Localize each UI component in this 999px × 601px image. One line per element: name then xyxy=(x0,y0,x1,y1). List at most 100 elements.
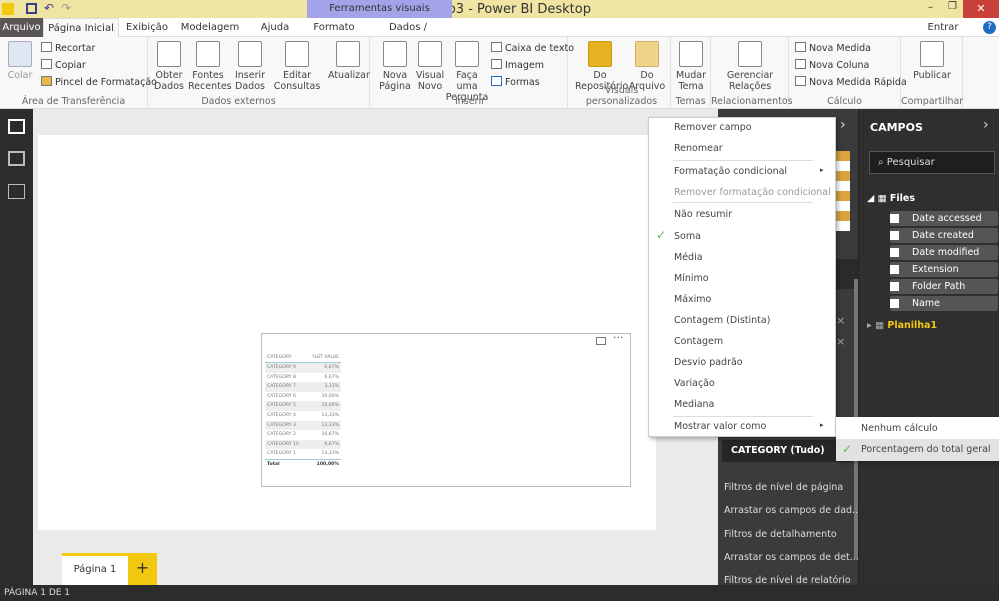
tab-exibicao[interactable]: Exibição xyxy=(122,18,172,37)
copy-button[interactable]: Copiar xyxy=(41,59,86,71)
table-visual[interactable]: ··· CATEGORY %GT VALUE CATEGORY 9 6,67% CAT… xyxy=(261,331,631,487)
switch-theme-button[interactable]: Mudar Tema xyxy=(673,41,709,92)
remove-field-icon[interactable]: × xyxy=(836,314,845,327)
tab-ajuda[interactable]: Ajuda xyxy=(255,18,295,37)
page-filter-drop-zone[interactable]: Arrastar os campos de dad... xyxy=(724,505,861,516)
table-row[interactable]: CATEGORY 4 13,33% xyxy=(265,411,341,421)
cell-category: CATEGORY 2 xyxy=(267,432,296,438)
menu-item-no-calculation[interactable]: Nenhum cálculo xyxy=(861,423,938,434)
data-view-icon[interactable] xyxy=(8,151,25,166)
page-filters-label: Filtros de nível de página xyxy=(724,482,844,493)
table-name: Planilha1 xyxy=(887,320,938,331)
new-visual-button[interactable]: Visual Novo xyxy=(415,41,445,92)
enter-data-button[interactable]: Inserir Dados xyxy=(232,41,268,92)
image-button[interactable]: Imagem xyxy=(491,59,544,71)
table-row[interactable]: CATEGORY 6 10,00% xyxy=(265,392,341,402)
close-button[interactable]: ✕ xyxy=(963,0,999,18)
table-row[interactable]: CATEGORY 3 13,33% xyxy=(265,420,341,431)
table-row[interactable]: CATEGORY 7 3,33% xyxy=(265,382,341,392)
field-item[interactable]: Date accessed xyxy=(890,211,998,226)
format-painter-button[interactable]: Pincel de Formatação xyxy=(41,76,157,88)
page-tab-1[interactable]: Página 1 xyxy=(62,553,128,585)
collapse-chevron-icon[interactable]: › xyxy=(840,117,846,133)
recent-sources-button[interactable]: Fontes Recentes xyxy=(188,41,232,92)
menu-item[interactable]: Variação xyxy=(674,378,715,389)
table-planilha1[interactable]: ▸ ▦ Planilha1 xyxy=(867,320,937,331)
model-view-icon[interactable] xyxy=(8,184,25,199)
get-data-button[interactable]: Obter Dados xyxy=(150,41,188,92)
menu-item[interactable]: Mostrar valor como xyxy=(674,421,766,432)
menu-item[interactable]: Formatação condicional xyxy=(674,166,787,177)
menu-item[interactable]: Soma xyxy=(674,231,701,242)
publish-button[interactable]: Publicar xyxy=(907,41,957,81)
drillthrough-drop-zone[interactable]: Arrastar os campos de det... xyxy=(724,552,859,563)
table-row[interactable]: CATEGORY 9 6,67% xyxy=(265,363,341,373)
report-view-icon[interactable] xyxy=(8,119,25,134)
sign-in-link[interactable]: Entrar xyxy=(925,18,961,37)
menu-item-percent-grand-total[interactable]: ✓ Porcentagem do total geral xyxy=(836,439,999,461)
show-value-as-submenu: Nenhum cálculo ✓ Porcentagem do total ge… xyxy=(836,417,999,461)
table-row[interactable]: CATEGORY 8 6,67% xyxy=(265,373,341,383)
table-row[interactable]: CATEGORY 5 10,00% xyxy=(265,401,341,411)
ribbon-tabs: Arquivo Página Inicial Exibição Modelage… xyxy=(0,18,999,52)
minimize-button[interactable]: – xyxy=(928,2,933,13)
field-item[interactable]: Name xyxy=(890,296,998,311)
checkbox[interactable] xyxy=(890,248,899,257)
checkbox[interactable] xyxy=(890,299,899,308)
new-measure-button[interactable]: Nova Medida xyxy=(795,42,871,54)
more-options-icon[interactable]: ··· xyxy=(613,331,624,344)
menu-item[interactable]: Média xyxy=(674,252,703,263)
tab-pagina-inicial[interactable]: Página Inicial xyxy=(43,18,119,37)
header-category[interactable]: CATEGORY xyxy=(267,352,292,362)
table-row[interactable]: CATEGORY 1 13,33% xyxy=(265,449,341,459)
remove-field-icon[interactable]: × xyxy=(836,335,845,348)
restore-button[interactable]: ❐ xyxy=(948,1,957,12)
menu-item[interactable]: Remover campo xyxy=(674,122,752,133)
quick-measure-button[interactable]: Nova Medida Rápida xyxy=(795,76,907,88)
add-page-button[interactable]: + xyxy=(128,553,157,585)
menu-item[interactable]: Renomear xyxy=(674,143,723,154)
field-item[interactable]: Extension xyxy=(890,262,998,277)
collapse-chevron-icon[interactable]: › xyxy=(983,117,989,133)
checkbox[interactable] xyxy=(890,231,899,240)
ask-question-button[interactable]: Faça uma Pergunta xyxy=(445,41,489,103)
textbox-button[interactable]: Caixa de texto xyxy=(491,42,574,54)
menu-item[interactable]: Desvio padrão xyxy=(674,357,743,368)
table-row[interactable]: CATEGORY 2 16,67% xyxy=(265,430,341,440)
menu-item[interactable]: Não resumir xyxy=(674,209,732,220)
paste-button[interactable]: Colar xyxy=(4,41,36,81)
field-name: Date accessed xyxy=(912,213,982,224)
menu-item[interactable]: Remover formatação condicional xyxy=(674,187,831,198)
field-item[interactable]: Folder Path xyxy=(890,279,998,294)
help-icon[interactable]: ? xyxy=(983,21,996,34)
table-row[interactable]: CATEGORY 10 6,67% xyxy=(265,439,341,450)
tab-modelagem[interactable]: Modelagem xyxy=(180,18,240,37)
field-item[interactable]: Date created xyxy=(890,228,998,243)
menu-item[interactable]: Mínimo xyxy=(674,273,709,284)
menu-item[interactable]: Máximo xyxy=(674,294,711,305)
shapes-icon xyxy=(491,76,502,86)
manage-relationships-button[interactable]: Gerenciar Relações xyxy=(721,41,779,92)
tab-formato[interactable]: Formato xyxy=(310,18,358,37)
checkbox[interactable] xyxy=(890,282,899,291)
menu-item[interactable]: Contagem xyxy=(674,336,723,347)
menu-item[interactable]: Mediana xyxy=(674,399,714,410)
edit-queries-button[interactable]: Editar Consultas xyxy=(272,41,322,92)
new-page-button[interactable]: Nova Página xyxy=(375,41,415,92)
shapes-button[interactable]: Formas xyxy=(491,76,540,88)
tab-dados-analisar[interactable]: Dados / Analisar xyxy=(368,18,448,52)
new-column-button[interactable]: Nova Coluna xyxy=(795,59,869,71)
focus-mode-icon[interactable] xyxy=(596,337,606,345)
refresh-button[interactable]: Atualizar xyxy=(328,41,370,81)
header-value[interactable]: %GT VALUE xyxy=(312,352,339,362)
checkbox[interactable] xyxy=(890,214,899,223)
fields-search-input[interactable]: ⌕ Pesquisar xyxy=(869,151,995,174)
checkbox[interactable] xyxy=(890,265,899,274)
visual-icons-strip[interactable] xyxy=(836,151,850,231)
tab-arquivo[interactable]: Arquivo xyxy=(0,18,43,37)
cut-button[interactable]: Recortar xyxy=(41,42,95,54)
category-filter-card[interactable]: CATEGORY (Tudo) xyxy=(722,440,852,462)
table-files[interactable]: ◢ ▦ Files xyxy=(867,193,915,204)
menu-item[interactable]: Contagem (Distinta) xyxy=(674,315,770,326)
field-item[interactable]: Date modified xyxy=(890,245,998,260)
